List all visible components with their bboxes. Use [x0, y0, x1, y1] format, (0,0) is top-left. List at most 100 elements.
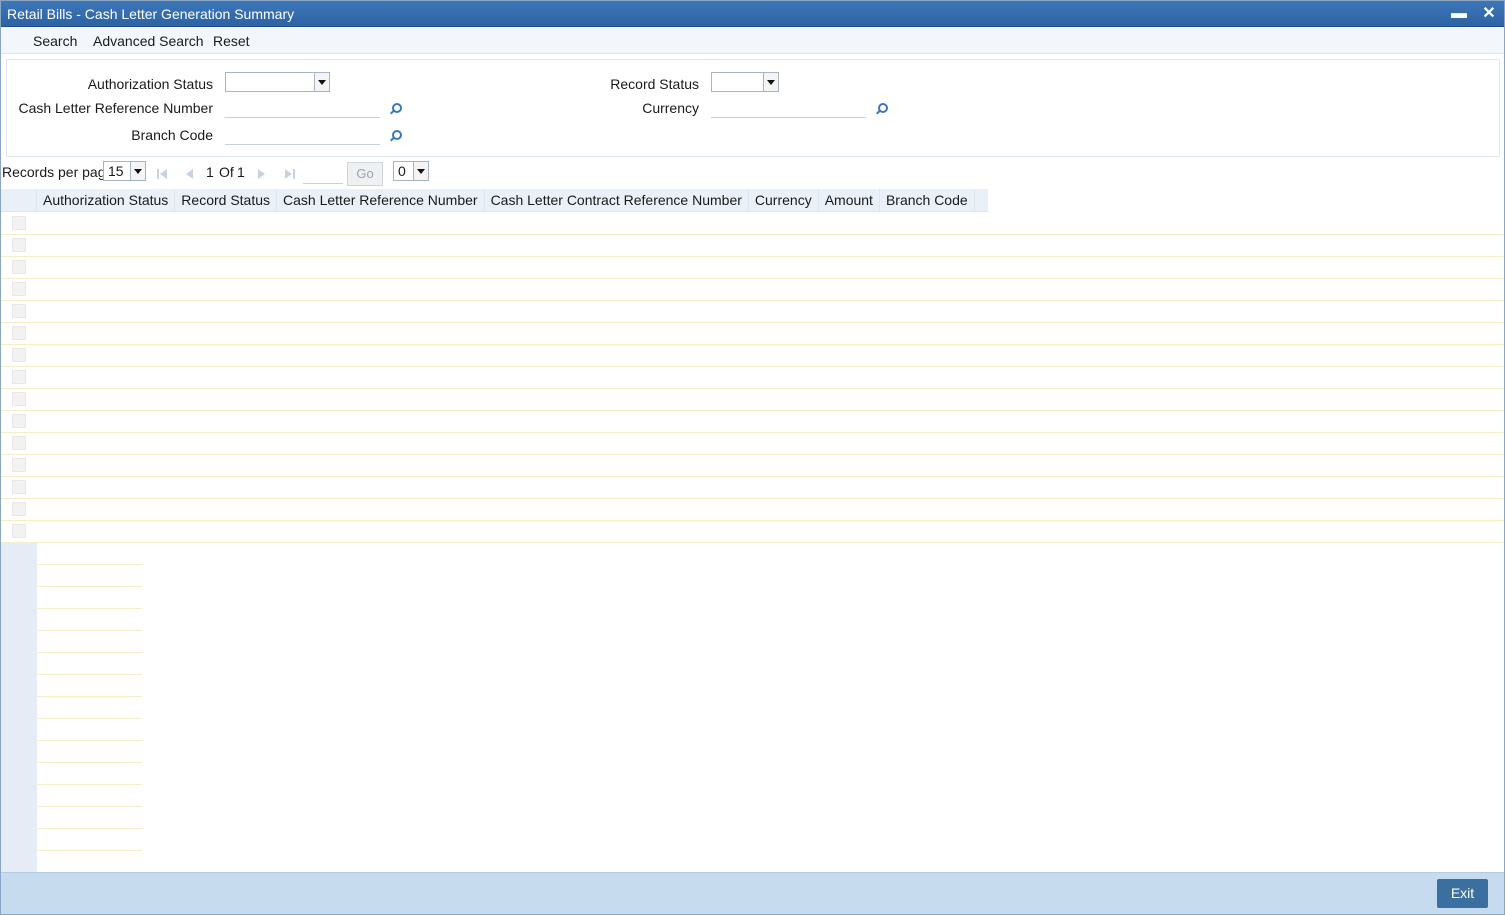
minimize-icon[interactable]: ▬	[1449, 4, 1469, 24]
authorization-status-label: Authorization Status	[87, 76, 213, 92]
first-page-icon[interactable]	[156, 168, 168, 180]
column-branch-code[interactable]: Branch Code	[880, 189, 975, 212]
chevron-down-icon	[413, 162, 428, 180]
table-row[interactable]	[1, 477, 1504, 499]
row-checkbox[interactable]	[12, 414, 26, 428]
column-cash-letter-contract-ref[interactable]: Cash Letter Contract Reference Number	[485, 189, 749, 212]
go-button[interactable]: Go	[347, 162, 383, 186]
row-checkbox[interactable]	[12, 348, 26, 362]
last-page-icon[interactable]	[284, 168, 296, 180]
empty-row	[1, 653, 142, 675]
table-row[interactable]	[1, 323, 1504, 345]
row-gutter	[1, 631, 37, 653]
branch-code-input[interactable]	[225, 125, 380, 145]
footer-bar: Exit	[1, 872, 1504, 914]
results-grid-header: Authorization Status Record Status Cash …	[1, 189, 988, 212]
record-status-select[interactable]	[711, 72, 779, 92]
table-row[interactable]	[1, 389, 1504, 411]
pagination-bar: Records per page 15 1 Of 1 Go 0	[0, 160, 1505, 186]
empty-row	[1, 807, 142, 829]
currency-input[interactable]	[711, 98, 866, 118]
table-row[interactable]	[1, 301, 1504, 323]
row-checkbox[interactable]	[12, 436, 26, 450]
previous-page-icon[interactable]	[184, 168, 196, 180]
window-title: Retail Bills - Cash Letter Generation Su…	[7, 6, 295, 22]
row-gutter	[1, 697, 37, 719]
column-cash-letter-ref[interactable]: Cash Letter Reference Number	[277, 189, 485, 212]
table-row[interactable]	[1, 279, 1504, 301]
empty-row	[1, 785, 142, 807]
column-currency[interactable]: Currency	[749, 189, 819, 212]
row-gutter	[1, 741, 37, 763]
row-gutter	[1, 565, 37, 587]
page-of-label: Of	[219, 164, 234, 180]
currency-label: Currency	[642, 100, 699, 116]
row-gutter	[1, 609, 37, 631]
search-icon[interactable]	[388, 102, 402, 116]
close-icon[interactable]: ✕	[1479, 4, 1499, 24]
table-row[interactable]	[1, 257, 1504, 279]
table-row[interactable]	[1, 345, 1504, 367]
select-all-checkbox[interactable]	[1, 189, 37, 212]
row-checkbox[interactable]	[12, 216, 26, 230]
branch-code-label: Branch Code	[131, 127, 213, 143]
row-gutter	[1, 851, 37, 873]
toolbar: Search Advanced Search Reset	[1, 27, 1504, 54]
records-per-page-label: Records per page	[2, 164, 114, 180]
table-row[interactable]	[1, 411, 1504, 433]
cash-letter-ref-input[interactable]	[225, 98, 380, 118]
row-checkbox[interactable]	[12, 282, 26, 296]
table-row[interactable]	[1, 235, 1504, 257]
row-checkbox[interactable]	[12, 326, 26, 340]
authorization-status-select[interactable]	[225, 72, 330, 92]
row-gutter	[1, 807, 37, 829]
empty-row	[1, 543, 142, 565]
row-checkbox[interactable]	[12, 480, 26, 494]
search-criteria-panel: Authorization Status Record Status Cash …	[6, 59, 1500, 157]
row-checkbox[interactable]	[12, 502, 26, 516]
record-status-label: Record Status	[610, 76, 699, 92]
empty-row	[1, 719, 142, 741]
row-gutter	[1, 763, 37, 785]
next-page-icon[interactable]	[256, 168, 268, 180]
header-spacer	[975, 189, 988, 211]
table-row[interactable]	[1, 433, 1504, 455]
advanced-search-button[interactable]: Advanced Search	[93, 33, 204, 49]
exit-button[interactable]: Exit	[1437, 879, 1488, 908]
search-button[interactable]: Search	[33, 33, 77, 49]
search-icon[interactable]	[874, 102, 888, 116]
page-select[interactable]: 0	[393, 161, 429, 181]
row-checkbox[interactable]	[12, 524, 26, 538]
window-titlebar: Retail Bills - Cash Letter Generation Su…	[0, 0, 1505, 27]
empty-row	[1, 741, 142, 763]
table-row[interactable]	[1, 213, 1504, 235]
page-select-value: 0	[398, 163, 406, 179]
row-gutter	[1, 829, 37, 851]
row-checkbox[interactable]	[12, 260, 26, 274]
empty-row	[1, 609, 142, 631]
empty-row	[1, 631, 142, 653]
cash-letter-ref-label: Cash Letter Reference Number	[18, 100, 213, 116]
column-record-status[interactable]: Record Status	[175, 189, 278, 212]
go-to-page-input[interactable]	[303, 164, 343, 184]
search-icon[interactable]	[388, 129, 402, 143]
row-checkbox[interactable]	[12, 392, 26, 406]
empty-row	[1, 675, 142, 697]
row-checkbox[interactable]	[12, 370, 26, 384]
column-authorization-status[interactable]: Authorization Status	[37, 189, 176, 212]
empty-row	[1, 763, 142, 785]
table-row[interactable]	[1, 455, 1504, 477]
records-per-page-select[interactable]: 15	[103, 161, 146, 181]
empty-row	[1, 829, 142, 851]
table-row[interactable]	[1, 521, 1504, 543]
row-gutter	[1, 785, 37, 807]
records-per-page-value: 15	[108, 163, 124, 179]
table-row[interactable]	[1, 499, 1504, 521]
row-checkbox[interactable]	[12, 458, 26, 472]
row-checkbox[interactable]	[12, 304, 26, 318]
row-checkbox[interactable]	[12, 238, 26, 252]
table-row[interactable]	[1, 367, 1504, 389]
row-gutter	[1, 587, 37, 609]
reset-button[interactable]: Reset	[213, 33, 250, 49]
column-amount[interactable]: Amount	[819, 189, 880, 212]
